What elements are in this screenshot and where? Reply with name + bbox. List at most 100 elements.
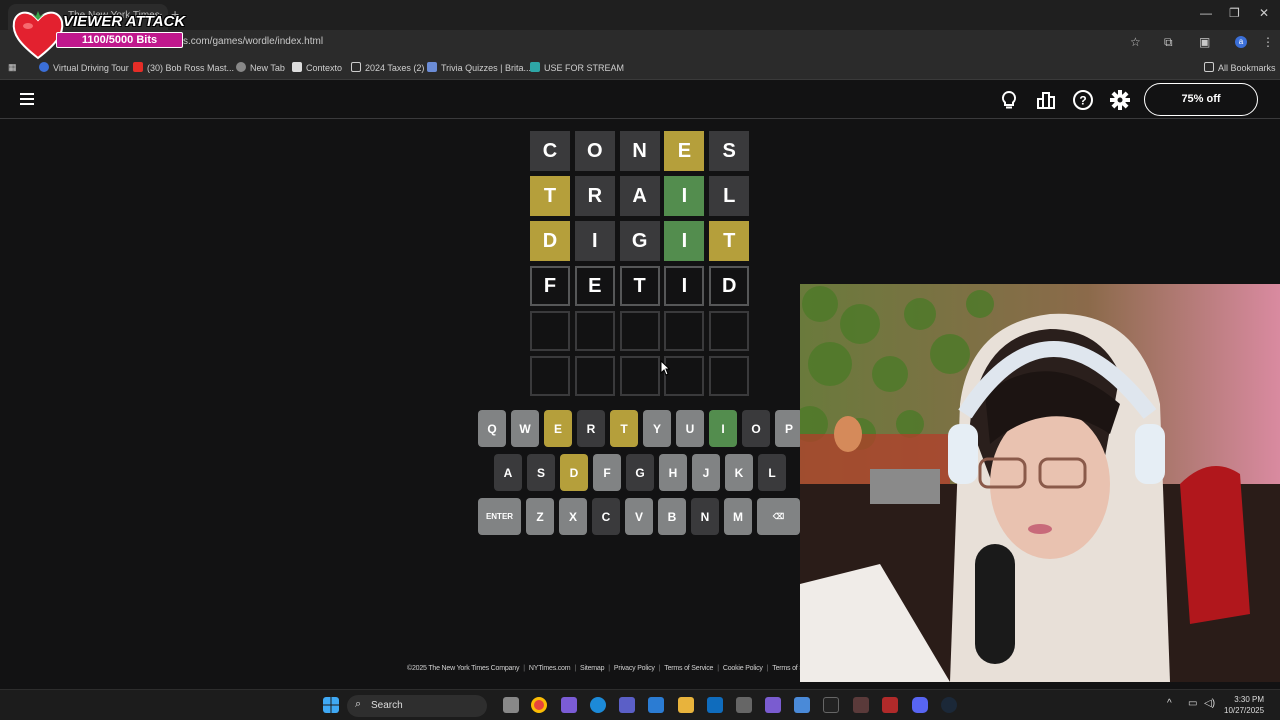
key-y[interactable]: Y: [643, 410, 671, 447]
extensions-icon[interactable]: ⧉: [1164, 35, 1173, 50]
board-tile: [574, 311, 615, 351]
bookmark-star-icon[interactable]: ☆: [1130, 35, 1141, 49]
key-o[interactable]: O: [742, 410, 770, 447]
key-f[interactable]: F: [593, 454, 621, 491]
windows-start-icon[interactable]: [323, 697, 339, 713]
task-view-icon[interactable]: [503, 697, 519, 713]
board-tile: I: [574, 221, 615, 261]
subscribe-sale-button[interactable]: 75% off: [1144, 83, 1258, 116]
key-d[interactable]: D: [560, 454, 588, 491]
steam-icon[interactable]: [941, 697, 957, 713]
bookmark-item[interactable]: Trivia Quizzes | Brita...: [427, 62, 531, 73]
bookmark-item[interactable]: Contexto: [292, 62, 342, 73]
key-x[interactable]: X: [559, 498, 587, 535]
key-h[interactable]: H: [659, 454, 687, 491]
footer-link[interactable]: NYTimes.com: [529, 665, 571, 672]
copilot-icon[interactable]: [561, 697, 577, 713]
board-tile: D: [530, 221, 570, 261]
browser-tab-bar: The New York Times ✕ + — ❐ ✕: [0, 0, 1280, 30]
board-tile: T: [709, 221, 750, 261]
settings-gear-icon[interactable]: [1109, 89, 1131, 111]
board-tile: C: [530, 131, 570, 171]
key-t[interactable]: T: [610, 410, 638, 447]
edge-icon[interactable]: [590, 697, 606, 713]
key-s[interactable]: S: [527, 454, 555, 491]
app-icon[interactable]: [823, 697, 839, 713]
key-u[interactable]: U: [676, 410, 704, 447]
browser-menu-icon[interactable]: ⋮: [1262, 35, 1274, 49]
board-row: CONES: [530, 131, 754, 171]
key-g[interactable]: G: [626, 454, 654, 491]
taskbar-clock[interactable]: 3:30 PM 10/27/2025: [1224, 694, 1264, 716]
enter-key[interactable]: ENTER: [478, 498, 521, 535]
minimize-icon[interactable]: —: [1200, 6, 1212, 20]
key-z[interactable]: Z: [526, 498, 554, 535]
key-l[interactable]: L: [758, 454, 786, 491]
key-q[interactable]: Q: [478, 410, 506, 447]
board-tile: [664, 356, 705, 396]
key-v[interactable]: V: [625, 498, 653, 535]
help-icon[interactable]: ?: [1072, 89, 1094, 111]
key-b[interactable]: B: [658, 498, 686, 535]
windows-taskbar: ⌕ Search ^ ▭ ◁) 3:30 PM 10/27/2025: [0, 689, 1280, 720]
board-tile: [530, 356, 570, 396]
tray-chevron-icon[interactable]: ^: [1167, 698, 1172, 709]
all-bookmarks[interactable]: All Bookmarks: [1204, 62, 1276, 73]
bookmark-item[interactable]: USE FOR STREAM: [530, 62, 624, 73]
key-a[interactable]: A: [494, 454, 522, 491]
bookmark-item[interactable]: (30) Bob Ross Mast...: [133, 62, 234, 73]
board-tile: L: [709, 176, 750, 216]
outlook-icon[interactable]: [707, 697, 723, 713]
app-icon[interactable]: [794, 697, 810, 713]
bookmark-item[interactable]: New Tab: [236, 62, 285, 73]
contexto-icon: [292, 62, 302, 72]
sidebar-icon[interactable]: ▣: [1199, 35, 1210, 49]
app-icon[interactable]: [765, 697, 781, 713]
footer-link[interactable]: Sitemap: [580, 665, 604, 672]
restore-icon[interactable]: ❐: [1229, 6, 1240, 20]
teams-icon[interactable]: [619, 697, 635, 713]
key-n[interactable]: N: [691, 498, 719, 535]
key-e[interactable]: E: [544, 410, 572, 447]
backspace-key[interactable]: ⌫: [757, 498, 800, 535]
footer-link[interactable]: Cookie Policy: [723, 665, 763, 672]
stats-icon[interactable]: [1035, 89, 1057, 111]
board-row: [530, 356, 754, 396]
app-icon[interactable]: [882, 697, 898, 713]
volume-icon[interactable]: ◁): [1204, 698, 1215, 709]
board-row: DIGIT: [530, 221, 754, 261]
bookmark-item[interactable]: Virtual Driving Tour: [39, 62, 129, 73]
footer-link[interactable]: Privacy Policy: [614, 665, 655, 672]
board-tile: [709, 311, 750, 351]
store-icon[interactable]: [736, 697, 752, 713]
key-r[interactable]: R: [577, 410, 605, 447]
close-window-icon[interactable]: ✕: [1259, 6, 1269, 20]
board-tile: [619, 356, 660, 396]
key-p[interactable]: P: [775, 410, 803, 447]
board-row: [530, 311, 754, 351]
key-k[interactable]: K: [725, 454, 753, 491]
taskbar-search[interactable]: ⌕ Search: [347, 695, 487, 717]
key-c[interactable]: C: [592, 498, 620, 535]
bookmark-folder[interactable]: 2024 Taxes (2): [351, 62, 424, 73]
discord-icon[interactable]: [912, 697, 928, 713]
key-i[interactable]: I: [709, 410, 737, 447]
footer-separator: |: [658, 665, 661, 672]
footer-link[interactable]: ©2025 The New York Times Company: [407, 665, 519, 672]
profile-avatar[interactable]: a: [1235, 36, 1247, 48]
footer-link[interactable]: Terms of Service: [664, 665, 713, 672]
file-explorer-icon[interactable]: [678, 697, 694, 713]
board-tile: D: [709, 266, 750, 306]
app-icon[interactable]: [853, 697, 869, 713]
key-m[interactable]: M: [724, 498, 752, 535]
key-w[interactable]: W: [511, 410, 539, 447]
apps-grid-icon[interactable]: ▦: [8, 62, 17, 73]
key-j[interactable]: J: [692, 454, 720, 491]
network-icon[interactable]: ▭: [1188, 698, 1197, 709]
hint-bulb-icon[interactable]: [998, 89, 1020, 111]
chrome-icon[interactable]: [531, 697, 547, 713]
app-icon[interactable]: [648, 697, 664, 713]
menu-icon[interactable]: [20, 93, 34, 105]
taskbar-search-label: Search: [371, 700, 403, 711]
url-field[interactable]: s.com/games/wordle/index.html: [183, 36, 323, 47]
